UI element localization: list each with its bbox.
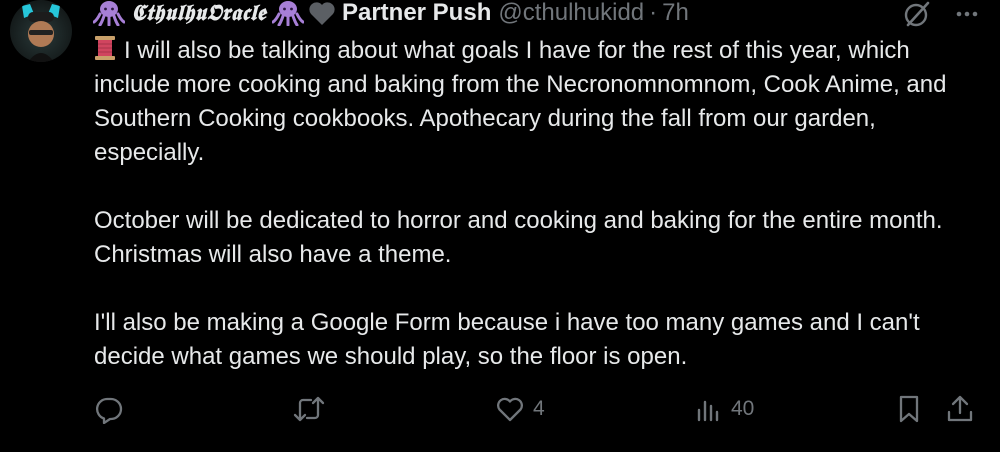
share-icon (946, 394, 974, 424)
octopus-icon (271, 0, 304, 26)
retweet-button[interactable] (293, 394, 325, 424)
author-handle[interactable]: @cthulhukidd (498, 0, 644, 27)
views-icon (695, 394, 723, 424)
tweet-text: I will also be talking about what goals … (94, 34, 984, 374)
retweet-icon (293, 394, 325, 424)
octopus-icon (93, 0, 125, 26)
view-count: 40 (731, 397, 755, 420)
grok-icon[interactable] (902, 0, 932, 28)
reply-icon (94, 394, 124, 424)
views-button[interactable]: 40 (695, 394, 754, 424)
tweet-actions: 4 40 (94, 394, 974, 428)
bookmark-button[interactable] (896, 394, 922, 424)
tweet-paragraph: I'll also be making a Google Form becaus… (94, 309, 920, 370)
reply-button[interactable] (94, 394, 124, 424)
heart-badge-icon (308, 0, 336, 26)
bookmark-icon (896, 394, 922, 424)
partner-label[interactable]: Partner Push (342, 0, 491, 27)
spool-of-thread-icon (94, 35, 116, 61)
like-count: 4 (533, 397, 545, 420)
avatar[interactable] (10, 0, 72, 62)
tweet-paragraph: I will also be talking about what goals … (94, 35, 947, 166)
heart-icon (495, 394, 525, 424)
separator-dot: · (649, 0, 658, 26)
timestamp[interactable]: 7h (662, 0, 689, 27)
more-icon[interactable] (954, 1, 980, 27)
tweet-paragraph: October will be dedicated to horror and … (94, 207, 943, 268)
display-name[interactable]: 𝕮𝖙𝖍𝖚𝖑𝖍𝖚𝕺𝖗𝖆𝖈𝖑𝖊 (131, 0, 266, 26)
tweet-header: 𝕮𝖙𝖍𝖚𝖑𝖍𝖚𝕺𝖗𝖆𝖈𝖑𝖊 Partner Push @cthulhukidd … (93, 0, 980, 28)
share-button[interactable] (946, 394, 974, 424)
like-button[interactable]: 4 (495, 394, 545, 424)
